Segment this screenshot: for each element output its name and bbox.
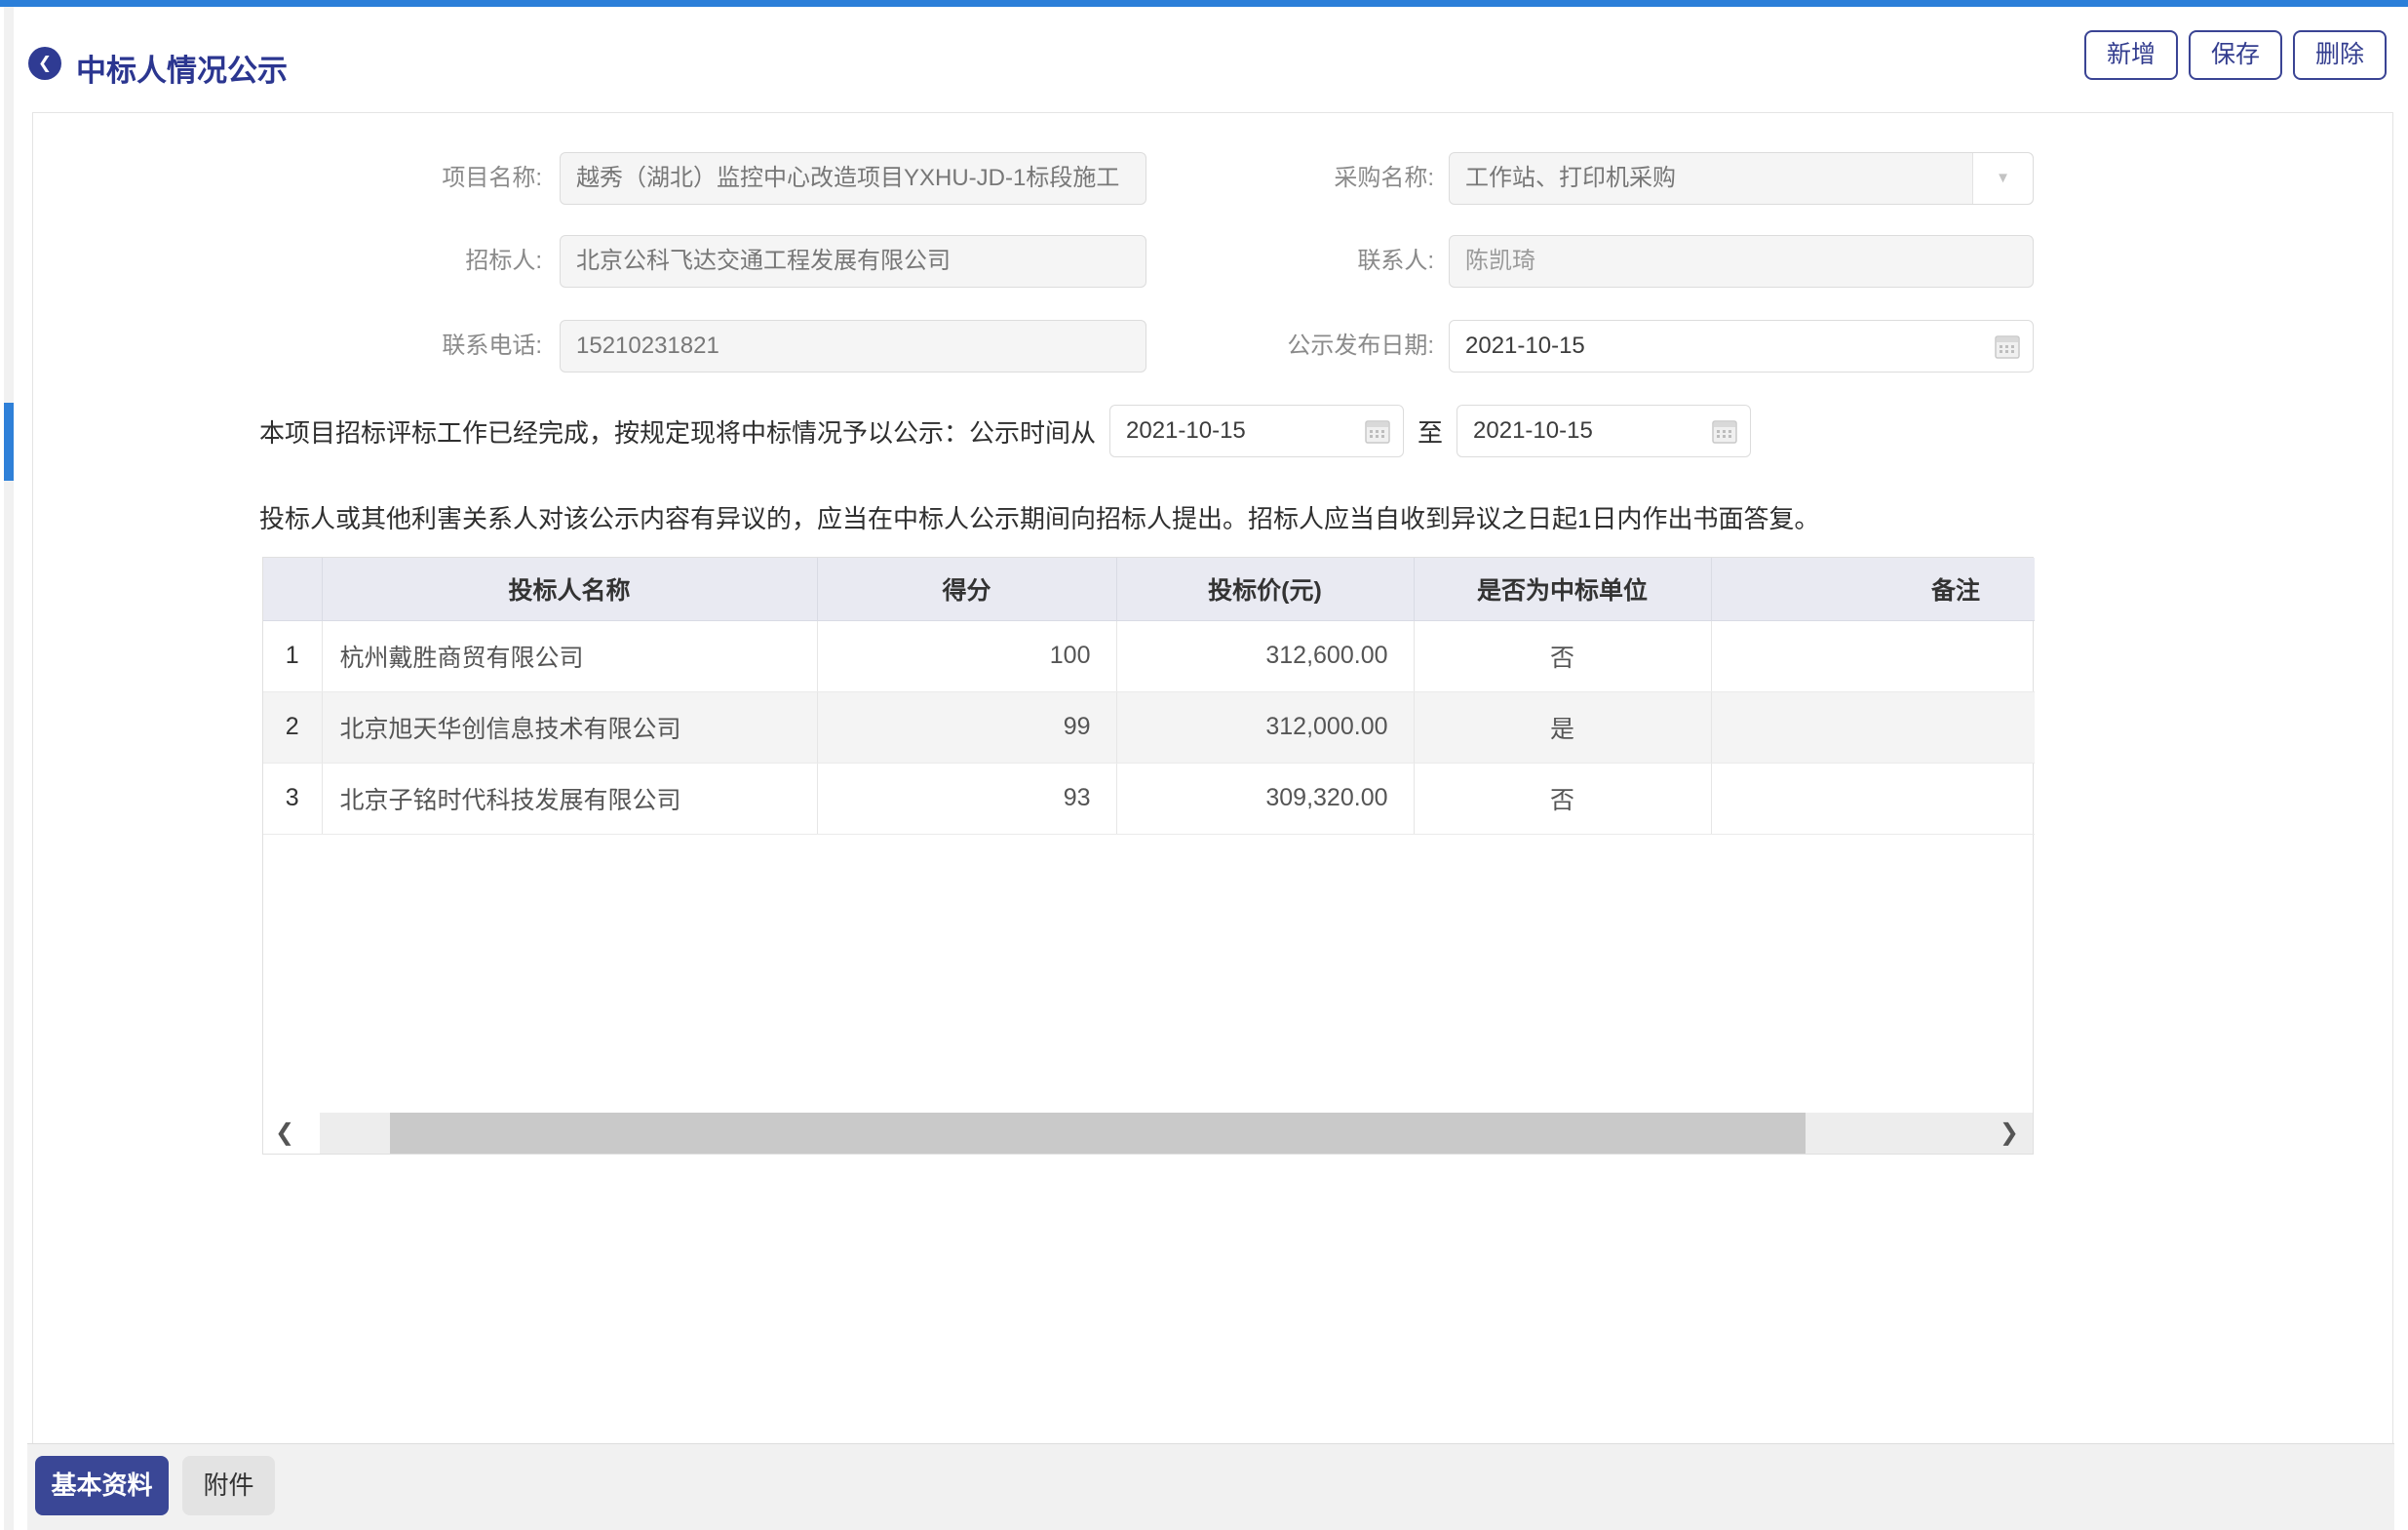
publish-date-field[interactable]: 2021-10-15: [1449, 320, 2034, 373]
calendar-icon[interactable]: [1364, 417, 1391, 445]
publicity-start-date-field[interactable]: 2021-10-15: [1109, 405, 1404, 457]
bidders-table: 投标人名称 得分 投标价(元) 是否为中标单位 备注 1 杭州戴胜商贸有限公司 …: [263, 558, 2035, 835]
tenderer-label: 招标人:: [211, 235, 542, 288]
bidder-name-cell: 北京子铭时代科技发展有限公司: [322, 763, 817, 834]
procurement-name-label: 采购名称:: [1103, 152, 1434, 205]
table-row[interactable]: 2 北京旭天华创信息技术有限公司 99 312,000.00 是: [263, 691, 2035, 763]
project-name-label: 项目名称:: [211, 152, 542, 205]
table-row[interactable]: 3 北京子铭时代科技发展有限公司 93 309,320.00 否: [263, 763, 2035, 834]
bid-price-cell: 312,600.00: [1116, 620, 1414, 691]
publicity-end-date-value: 2021-10-15: [1473, 417, 1593, 444]
contact-person-field[interactable]: 陈凯琦: [1449, 235, 2034, 288]
date-range-separator: 至: [1418, 413, 1443, 450]
chevron-left-icon[interactable]: ❮: [275, 1113, 294, 1154]
is-winner-cell: 是: [1414, 691, 1711, 763]
publish-date-value: 2021-10-15: [1465, 333, 1585, 359]
toolbar: 新增 保存 删除: [2084, 30, 2387, 80]
row-index: 3: [263, 763, 322, 834]
col-header-bidder-name: 投标人名称: [322, 558, 817, 620]
col-header-bid-price: 投标价(元): [1116, 558, 1414, 620]
footer-tab-bar: 基本资料 附件: [27, 1443, 2394, 1530]
left-scroll-thumb[interactable]: [4, 403, 14, 481]
content-panel: 项目名称: 越秀（湖北）监控中心改造项目YXHU-JD-1标段施工 采购名称: …: [32, 112, 2393, 1443]
chevron-right-icon[interactable]: ❯: [2000, 1113, 2019, 1154]
bidder-name-cell: 北京旭天华创信息技术有限公司: [322, 691, 817, 763]
col-header-score: 得分: [817, 558, 1116, 620]
row-index: 1: [263, 620, 322, 691]
delete-button[interactable]: 删除: [2293, 30, 2387, 80]
remark-cell: [1711, 763, 2035, 834]
score-cell: 100: [817, 620, 1116, 691]
page-title: 中标人情况公示: [76, 46, 288, 90]
calendar-icon[interactable]: [1994, 333, 2021, 360]
publicity-end-date-field[interactable]: 2021-10-15: [1456, 405, 1751, 457]
objection-notice-text: 投标人或其他利害关系人对该公示内容有异议的，应当在中标人公示期间向招标人提出。招…: [259, 499, 1819, 535]
scrollbar-thumb[interactable]: [390, 1113, 1806, 1154]
score-cell: 99: [817, 691, 1116, 763]
publicity-period-text: 本项目招标评标工作已经完成，按规定现将中标情况予以公示：公示时间从: [259, 413, 1096, 450]
tab-attachments[interactable]: 附件: [182, 1456, 275, 1515]
bidders-table-container: 投标人名称 得分 投标价(元) 是否为中标单位 备注 1 杭州戴胜商贸有限公司 …: [262, 557, 2034, 1155]
bid-price-cell: 312,000.00: [1116, 691, 1414, 763]
remark-cell: [1711, 691, 2035, 763]
horizontal-scrollbar[interactable]: ❮ ❯: [320, 1113, 2033, 1154]
project-name-field[interactable]: 越秀（湖北）监控中心改造项目YXHU-JD-1标段施工: [560, 152, 1146, 205]
is-winner-cell: 否: [1414, 763, 1711, 834]
bidder-name-cell: 杭州戴胜商贸有限公司: [322, 620, 817, 691]
contact-phone-field[interactable]: 15210231821: [560, 320, 1146, 373]
bid-price-cell: 309,320.00: [1116, 763, 1414, 834]
add-button[interactable]: 新增: [2084, 30, 2178, 80]
left-scroll-strip[interactable]: [4, 7, 14, 1530]
is-winner-cell: 否: [1414, 620, 1711, 691]
remark-cell: [1711, 620, 2035, 691]
contact-person-label: 联系人:: [1103, 235, 1434, 288]
tab-basic-info[interactable]: 基本资料: [35, 1456, 169, 1515]
publicity-start-date-value: 2021-10-15: [1126, 417, 1246, 444]
score-cell: 93: [817, 763, 1116, 834]
col-header-index: [263, 558, 322, 620]
save-button[interactable]: 保存: [2189, 30, 2282, 80]
tenderer-field[interactable]: 北京公科飞达交通工程发展有限公司: [560, 235, 1146, 288]
table-row[interactable]: 1 杭州戴胜商贸有限公司 100 312,600.00 否: [263, 620, 2035, 691]
row-index: 2: [263, 691, 322, 763]
back-icon: ❮: [38, 54, 52, 72]
procurement-name-value: 工作站、打印机采购: [1465, 165, 1676, 191]
chevron-down-icon[interactable]: ▼: [1972, 153, 2033, 204]
top-accent-bar: [0, 0, 2408, 7]
col-header-remark: 备注: [1711, 558, 2035, 620]
publish-date-label: 公示发布日期:: [1103, 320, 1434, 373]
contact-phone-label: 联系电话:: [211, 320, 542, 373]
procurement-name-select[interactable]: 工作站、打印机采购 ▼: [1449, 152, 2034, 205]
calendar-icon[interactable]: [1711, 417, 1738, 445]
table-header-row: 投标人名称 得分 投标价(元) 是否为中标单位 备注: [263, 558, 2035, 620]
back-button[interactable]: ❮: [28, 47, 61, 80]
col-header-is-winner: 是否为中标单位: [1414, 558, 1711, 620]
publicity-period-line: 本项目招标评标工作已经完成，按规定现将中标情况予以公示：公示时间从 2021-1…: [259, 405, 1751, 457]
